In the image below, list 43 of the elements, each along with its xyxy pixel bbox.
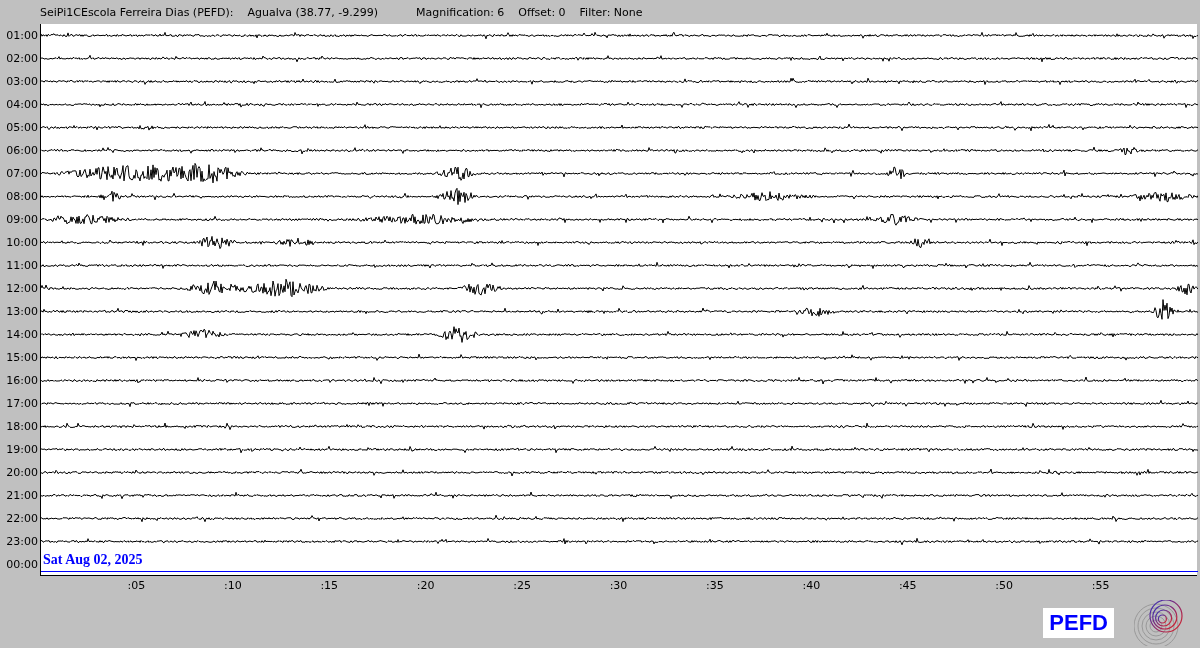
hour-label: 04:00 bbox=[5, 97, 39, 113]
hour-label: 21:00 bbox=[5, 488, 39, 504]
minute-tick-label: :50 bbox=[995, 579, 1013, 592]
logo-icon bbox=[1134, 600, 1186, 646]
hour-label: 19:00 bbox=[5, 442, 39, 458]
hour-label: 11:00 bbox=[5, 258, 39, 274]
offset-text: Offset: 0 bbox=[518, 5, 566, 19]
hour-label: 18:00 bbox=[5, 419, 39, 435]
hour-label: 09:00 bbox=[5, 212, 39, 228]
hour-label: 02:00 bbox=[5, 51, 39, 67]
minute-tick-label: :35 bbox=[706, 579, 724, 592]
hour-label: 15:00 bbox=[5, 350, 39, 366]
filter-text: Filter: None bbox=[579, 5, 643, 19]
hour-label: 10:00 bbox=[5, 235, 39, 251]
minute-tick-label: :30 bbox=[609, 579, 628, 592]
location-text: Agualva (38.77, -9.299) bbox=[247, 5, 379, 19]
minute-tick-label: :55 bbox=[1091, 579, 1110, 592]
minute-tick-label: :40 bbox=[802, 579, 821, 592]
hour-label: 07:00 bbox=[5, 166, 39, 182]
hour-label: 00:00 bbox=[5, 557, 39, 573]
hour-label: 16:00 bbox=[5, 373, 39, 389]
minute-tick-label: :05 bbox=[127, 579, 146, 592]
minute-tick-label: :10 bbox=[224, 579, 242, 592]
minute-tick-label: :45 bbox=[898, 579, 917, 592]
hour-label: 22:00 bbox=[5, 511, 39, 527]
hour-label: 13:00 bbox=[5, 304, 39, 320]
hour-label: 14:00 bbox=[5, 327, 39, 343]
hour-label: 05:00 bbox=[5, 120, 39, 136]
hour-label: 17:00 bbox=[5, 396, 39, 412]
hour-label: 12:00 bbox=[5, 281, 39, 297]
magnification-text: Magnification: 6 bbox=[416, 5, 505, 19]
hour-label: 08:00 bbox=[5, 189, 39, 205]
station-title: SeiPi1CEscola Ferreira Dias (PEFD): bbox=[40, 5, 234, 19]
hour-label: 20:00 bbox=[5, 465, 39, 481]
hour-label: 06:00 bbox=[5, 143, 39, 159]
station-code-label: PEFD bbox=[1043, 608, 1114, 638]
date-label: Sat Aug 02, 2025 bbox=[43, 553, 143, 567]
minute-tick-label: :20 bbox=[416, 579, 435, 592]
hour-label: 01:00 bbox=[5, 28, 39, 44]
minute-tick-label: :15 bbox=[320, 579, 339, 592]
hour-label: 03:00 bbox=[5, 74, 39, 90]
hour-label: 23:00 bbox=[5, 534, 39, 550]
minute-tick-label: :25 bbox=[513, 579, 531, 592]
